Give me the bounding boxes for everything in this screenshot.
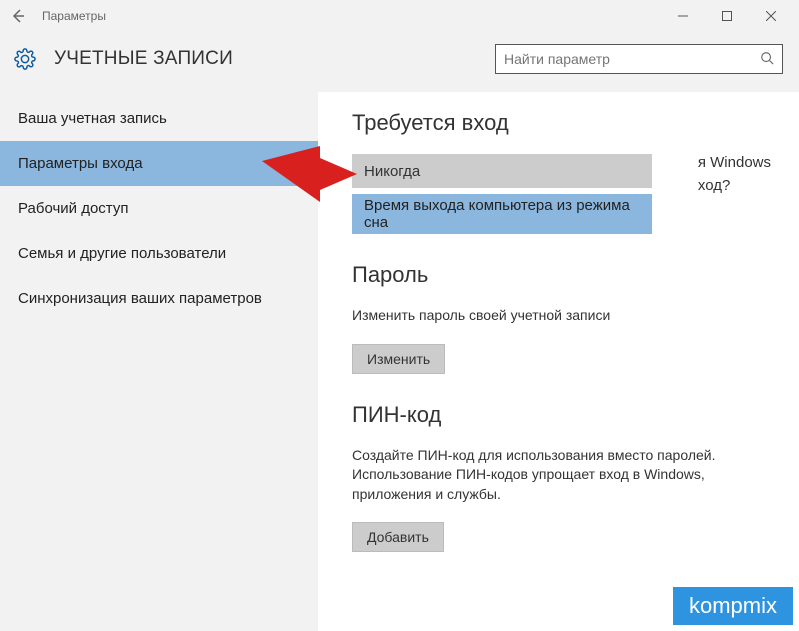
dropdown-option-sleep[interactable]: Время выхода компьютера из режима сна — [352, 194, 652, 234]
add-pin-button[interactable]: Добавить — [352, 522, 444, 552]
minimize-button[interactable] — [661, 2, 705, 30]
pin-hint: Создайте ПИН-код для использования вмест… — [352, 446, 771, 505]
maximize-button[interactable] — [705, 2, 749, 30]
dropdown-selected[interactable]: Никогда — [352, 154, 652, 188]
page-title: УЧЕТНЫЕ ЗАПИСИ — [54, 48, 233, 70]
content: Требуется вход я Windows ход? Никогда Вр… — [318, 92, 799, 631]
section-signin: Требуется вход я Windows ход? Никогда Вр… — [352, 110, 771, 234]
search-icon — [760, 51, 774, 68]
sidebar-item-family[interactable]: Семья и другие пользователи — [0, 231, 318, 276]
change-password-button[interactable]: Изменить — [352, 344, 445, 374]
arrow-left-icon — [10, 8, 26, 24]
section-password: Пароль Изменить пароль своей учетной зап… — [352, 262, 771, 374]
section-title-signin: Требуется вход — [352, 110, 771, 136]
titlebar: Параметры — [0, 0, 799, 32]
sidebar-item-work-access[interactable]: Рабочий доступ — [0, 186, 318, 231]
search-input[interactable] — [504, 51, 760, 67]
sidebar-item-your-account[interactable]: Ваша учетная запись — [0, 96, 318, 141]
password-hint: Изменить пароль своей учетной записи — [352, 306, 771, 326]
maximize-icon — [722, 11, 732, 21]
close-button[interactable] — [749, 2, 793, 30]
search-box[interactable] — [495, 44, 783, 74]
minimize-icon — [678, 11, 688, 21]
sidebar-item-signin-options[interactable]: Параметры входа — [0, 141, 318, 186]
gear-icon — [14, 48, 36, 70]
header: УЧЕТНЫЕ ЗАПИСИ — [0, 32, 799, 92]
section-title-pin: ПИН-код — [352, 402, 771, 428]
require-signin-dropdown: Никогда Время выхода компьютера из режим… — [352, 154, 771, 234]
close-icon — [766, 11, 776, 21]
back-button[interactable] — [6, 4, 30, 28]
section-pin: ПИН-код Создайте ПИН-код для использован… — [352, 402, 771, 553]
sidebar: Ваша учетная запись Параметры входа Рабо… — [0, 92, 318, 631]
section-title-password: Пароль — [352, 262, 771, 288]
window-title: Параметры — [42, 9, 106, 23]
sidebar-item-sync[interactable]: Синхронизация ваших параметров — [0, 276, 318, 321]
watermark: kompmix — [673, 587, 793, 625]
